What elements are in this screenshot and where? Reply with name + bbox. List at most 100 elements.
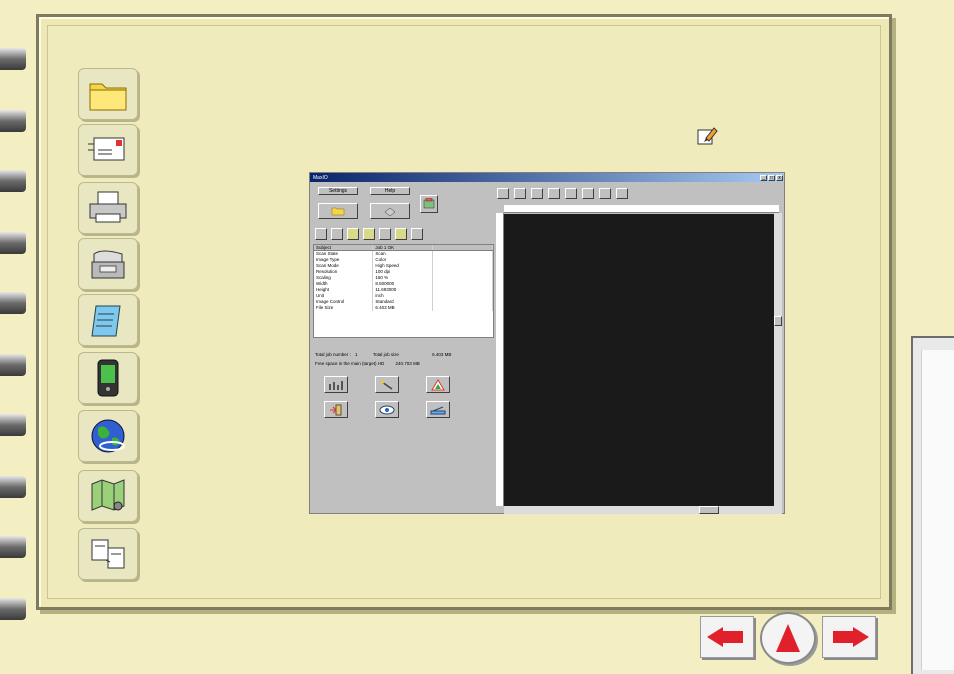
ruler-vertical [496, 213, 504, 506]
scanner-app-window: MaxIO _ □ x Settings Help Subject Job 1 … [309, 172, 785, 514]
binder-ring [0, 414, 26, 436]
view-tool-button[interactable] [497, 188, 509, 199]
arrow-left-icon [707, 627, 743, 647]
total-size-label: Total job size [372, 352, 399, 357]
binder-ring [0, 354, 26, 376]
sidebar-item-map[interactable] [78, 470, 138, 522]
zoom-in-button[interactable] [599, 188, 611, 199]
arrow-up-icon [776, 624, 800, 652]
view-tool-button[interactable] [514, 188, 526, 199]
color-adjust-button[interactable] [426, 376, 450, 393]
total-size-value: 6.403 MB [432, 352, 452, 357]
mail-icon [88, 137, 125, 161]
column-header[interactable] [433, 245, 494, 250]
free-space-label: Free space in the main (target) HD [315, 361, 385, 366]
sidebar-item-mail[interactable] [78, 124, 138, 176]
histogram-icon [329, 380, 343, 390]
exit-button[interactable] [324, 401, 348, 418]
erase-button[interactable] [370, 203, 410, 219]
column-header[interactable]: Subject [314, 245, 374, 250]
wand-icon [381, 380, 393, 390]
sidebar-item-globe[interactable] [78, 410, 138, 462]
binder-ring [0, 598, 26, 620]
color-triangle-icon [431, 378, 445, 390]
histogram-button[interactable] [324, 376, 348, 393]
job-tool-button[interactable] [363, 228, 375, 240]
binder-ring [0, 48, 26, 70]
binder-ring [0, 110, 26, 132]
view-tool-button[interactable] [548, 188, 560, 199]
vertical-scrollbar[interactable] [774, 213, 782, 514]
pda-icon [97, 359, 119, 397]
notepad-icon [91, 305, 121, 337]
free-space-value: 240.703 MB [395, 361, 420, 366]
window-title: MaxIO [313, 174, 328, 181]
job-tool-button[interactable] [347, 228, 359, 240]
zoom-out-button[interactable] [616, 188, 628, 199]
preview-button[interactable] [375, 401, 399, 418]
printer-icon [89, 191, 127, 223]
map-icon [91, 479, 125, 511]
binder-ring [0, 170, 26, 192]
sidebar-item-folder[interactable] [78, 68, 138, 120]
table-row[interactable]: File Size 6.403 MB [314, 305, 494, 311]
help-button[interactable]: Help [370, 187, 410, 195]
scan-icon [423, 198, 435, 209]
job-tool-button[interactable] [395, 228, 407, 240]
binder-ring [0, 476, 26, 498]
scrollbar-thumb[interactable] [774, 316, 782, 326]
exit-door-icon [330, 404, 342, 415]
job-table: Subject Job 1 OK Scan State Scan Image Ty… [313, 244, 494, 338]
total-job-value: 1 [355, 352, 358, 357]
scan-preview-area[interactable] [504, 214, 774, 506]
job-toolbar [315, 228, 423, 240]
arrow-right-icon [833, 627, 869, 647]
home-page-button[interactable] [760, 612, 816, 664]
job-totals: Total job number : 1 Total job size 6.40… [315, 350, 451, 368]
fax-icon [91, 250, 125, 279]
left-panel: Settings Help Subject Job 1 OK Scan Stat… [312, 184, 495, 514]
row-label: File Size [314, 305, 374, 311]
view-tool-button[interactable] [565, 188, 577, 199]
pencil-icon [697, 127, 718, 145]
copy-icon [91, 539, 125, 569]
scanner-button[interactable] [426, 401, 450, 418]
job-tool-button[interactable] [411, 228, 423, 240]
ruler-horizontal [504, 205, 779, 213]
job-tool-button[interactable] [379, 228, 391, 240]
next-page-button[interactable] [822, 616, 876, 658]
minimize-button[interactable]: _ [760, 174, 767, 181]
scrollbar-thumb[interactable] [699, 506, 719, 514]
total-job-label: Total job number : [315, 352, 351, 357]
globe-icon [91, 419, 125, 453]
row-value: 6.403 MB [373, 305, 433, 311]
eraser-icon [384, 207, 396, 216]
open-folder-button[interactable] [318, 203, 358, 219]
sidebar-item-printer[interactable] [78, 182, 138, 234]
sidebar-item-pda[interactable] [78, 352, 138, 404]
maximize-button[interactable]: □ [768, 174, 775, 181]
binder-ring [0, 536, 26, 558]
column-header[interactable]: Job 1 OK [373, 245, 433, 250]
view-tool-button[interactable] [531, 188, 543, 199]
folder-icon [89, 83, 127, 111]
magic-wand-button[interactable] [375, 376, 399, 393]
settings-button[interactable]: Settings [318, 187, 358, 195]
previous-page-button[interactable] [700, 616, 754, 658]
horizontal-scrollbar[interactable] [504, 506, 774, 514]
sidebar-item-copy[interactable] [78, 528, 138, 580]
folder-icon [331, 207, 345, 216]
binder-ring [0, 232, 26, 254]
side-tab [911, 336, 954, 674]
job-tool-button[interactable] [331, 228, 343, 240]
sidebar-item-fax[interactable] [78, 238, 138, 290]
scan-button[interactable] [420, 195, 438, 213]
preview-panel [495, 184, 784, 514]
view-tool-button[interactable] [582, 188, 594, 199]
binder-ring [0, 292, 26, 314]
sidebar-item-notepad[interactable] [78, 294, 138, 346]
job-tool-button[interactable] [315, 228, 327, 240]
close-button[interactable]: x [776, 174, 783, 181]
scanner-icon [430, 406, 446, 414]
eye-icon [379, 405, 395, 414]
